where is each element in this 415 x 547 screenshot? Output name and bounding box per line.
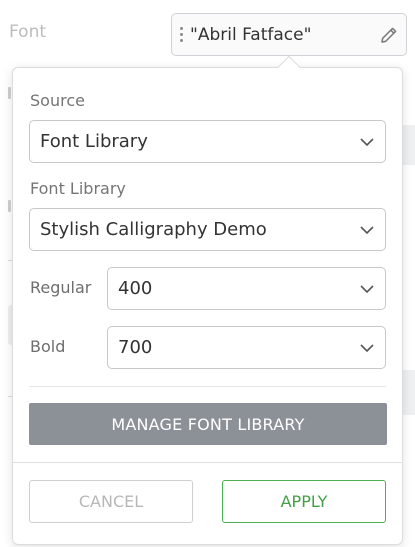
background-field-stub (403, 370, 415, 415)
font-library-value: Stylish Calligraphy Demo (40, 219, 267, 240)
chevron-down-icon (359, 343, 375, 353)
background-field-stub (403, 125, 415, 165)
section-divider (29, 386, 386, 387)
chevron-down-icon (359, 225, 375, 235)
bold-label: Bold (30, 337, 66, 356)
background-tick (8, 87, 11, 99)
manage-font-library-button[interactable]: MANAGE FONT LIBRARY (29, 403, 387, 445)
apply-button[interactable]: APPLY (222, 480, 386, 523)
font-value: "Abril Fatface" (190, 24, 312, 45)
source-select[interactable]: Font Library (29, 120, 386, 163)
font-library-select[interactable]: Stylish Calligraphy Demo (29, 208, 386, 251)
source-label: Source (30, 91, 85, 110)
pencil-icon[interactable] (372, 14, 406, 55)
background-tick (8, 200, 11, 212)
regular-weight-select[interactable]: 400 (107, 267, 386, 310)
cancel-button[interactable]: CANCEL (29, 480, 193, 523)
source-value: Font Library (40, 131, 148, 152)
chevron-down-icon (359, 284, 375, 294)
regular-label: Regular (30, 278, 92, 297)
font-library-label: Font Library (30, 179, 126, 198)
bold-weight-value: 700 (118, 337, 153, 358)
drag-handle-icon[interactable] (172, 14, 190, 55)
bold-weight-select[interactable]: 700 (107, 326, 386, 369)
footer-divider (13, 462, 402, 463)
font-settings-popover: Source Font Library Font Library Stylish… (12, 55, 403, 545)
font-label: Font (9, 22, 47, 42)
chevron-down-icon (359, 137, 375, 147)
regular-weight-value: 400 (118, 278, 153, 299)
font-selector[interactable]: "Abril Fatface" (171, 13, 407, 56)
